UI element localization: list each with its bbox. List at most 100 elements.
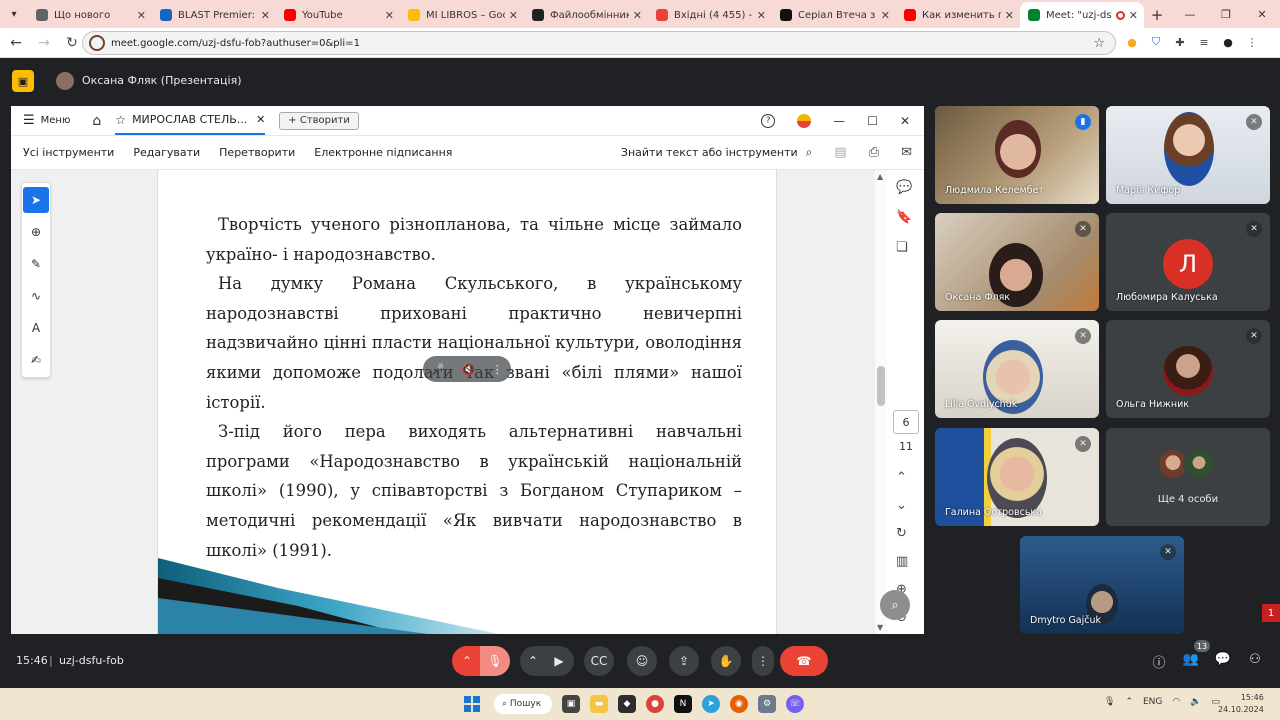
profile-avatar-icon[interactable]: ● [1220,34,1236,50]
comment-icon[interactable]: ⊕ [23,219,49,245]
task-view-icon[interactable]: ▣ [562,695,580,713]
find-tools-search[interactable]: Знайти текст або інструменти ⌕ [621,145,834,160]
bookmark-star-icon[interactable]: ☆ [1093,36,1105,51]
browser-tab[interactable]: MI LIBROS – Google✕ [400,2,524,28]
tool-esign[interactable]: Електронне підписання [314,146,452,159]
save-icon[interactable]: ▤ [834,145,846,160]
browser-tab[interactable]: Как изменить громк✕ [896,2,1020,28]
tab-close-icon[interactable]: ✕ [1129,9,1138,22]
language-indicator[interactable]: ENG [1143,697,1162,707]
windows-start-icon[interactable] [464,696,480,712]
account-avatar-icon[interactable] [797,113,812,128]
tab-close-icon[interactable]: ✕ [633,9,642,22]
captions-button[interactable]: CC [584,646,614,676]
print-icon[interactable]: ⎙ [869,145,879,160]
taskbar-clock[interactable]: 15:46 24.10.2024 [1218,692,1264,716]
video-options-button[interactable]: ⌃ [520,646,546,676]
previous-page-icon[interactable]: ⌃ [896,470,907,485]
more-options-icon[interactable]: ⋮ [492,363,503,376]
more-options-button[interactable]: ⋮ [752,646,774,676]
minimize-icon[interactable]: — [1172,8,1208,21]
tab-close-icon[interactable]: ✕ [509,9,518,22]
favorite-star-icon[interactable]: ☆ [115,113,126,127]
photo-editor-icon[interactable]: ◆ [618,695,636,713]
tool-edit[interactable]: Редагувати [133,146,200,159]
participant-tile[interactable]: ✕ Марія Кифор [1106,106,1270,204]
browser-tab[interactable]: Файлообмінник http✕ [524,2,648,28]
microphone-tray-icon[interactable]: 🎙 [1104,697,1115,707]
emoji-reaction-button[interactable]: ☺ [627,646,657,676]
media-controls-icon[interactable]: ≡ [1196,34,1212,50]
chrome-icon[interactable]: ● [646,695,664,713]
new-tab-button[interactable]: + [1144,2,1170,28]
address-bar[interactable]: meet.google.com/uzj-dsfu-fob?authuser=0&… [82,31,1116,55]
tray-chevron-icon[interactable]: ⌃ [1125,697,1133,707]
volume-icon[interactable]: 🔈 [1190,697,1201,707]
home-icon[interactable]: ⌂ [92,113,101,129]
more-participants-tile[interactable]: Ще 4 особи [1106,428,1270,526]
pages-icon[interactable]: ❏ [896,240,908,255]
participant-tile[interactable]: ✕ Dmytro Gajčuk [1020,536,1184,634]
wifi-icon[interactable]: ◠ [1172,697,1180,707]
browser-tab[interactable]: YouTube ✕ [276,2,400,28]
browser-tab[interactable]: Що нового ✕ [28,2,152,28]
bookmarks-icon[interactable]: 🔖 [896,210,912,225]
tab-close-icon[interactable]: ✕ [137,9,146,22]
sign-icon[interactable]: ✍ [23,347,49,373]
create-button[interactable]: + Створити [279,111,359,130]
help-icon[interactable]: ? [761,113,776,128]
microphone-button[interactable]: 🎙 [480,646,510,676]
chat-icon[interactable]: 💬 [1214,652,1232,671]
email-icon[interactable]: ✉ [901,145,912,160]
scroll-thumb[interactable] [877,366,885,406]
tab-close-icon[interactable]: ✕ [881,9,890,22]
back-arrow-icon[interactable]: ← [4,35,28,51]
telegram-icon[interactable]: ➤ [702,695,720,713]
taskbar-search[interactable]: ⌕ Пошук [494,694,552,714]
leave-call-button[interactable]: ☎ [780,646,828,676]
next-page-icon[interactable]: ⌄ [896,498,907,513]
raise-hand-button[interactable]: ✋ [711,646,741,676]
vertical-scrollbar[interactable]: ▲ ▼ [875,170,887,634]
pdf-minimize-icon[interactable]: — [833,114,845,128]
extensions-puzzle-icon[interactable]: ✚ [1172,34,1188,50]
tab-close-icon[interactable]: ✕ [261,9,270,22]
pdf-maximize-icon[interactable]: ☐ [867,114,878,128]
participant-tile[interactable]: ▮ Людмила Келембет [935,106,1099,204]
site-info-icon[interactable] [89,35,105,51]
close-doc-icon[interactable]: ✕ [256,113,265,126]
forward-arrow-icon[interactable]: → [32,35,56,51]
rotate-icon[interactable]: ↻ [896,526,907,541]
browser-tab[interactable]: Серіал Втеча з в'язн✕ [772,2,896,28]
scroll-up-icon[interactable]: ▲ [877,172,883,181]
pdf-document-tab[interactable]: ☆ МИРОСЛАВ СТЕЛЬ... ✕ [115,107,266,135]
participant-tile[interactable]: Л ✕ Любомира Калуська [1106,213,1270,311]
text-box-icon[interactable]: A [23,315,49,341]
highlight-pen-icon[interactable]: ✎ [23,251,49,277]
select-cursor-icon[interactable]: ➤ [23,187,49,213]
export-icon[interactable]: ▥ [896,554,908,569]
meeting-info-icon[interactable]: ⓘ [1150,652,1168,671]
tab-search-chevron-icon[interactable]: ▾ [0,0,28,28]
present-screen-button[interactable]: ⇪ [669,646,699,676]
activities-icon[interactable]: ⚇ [1246,652,1264,671]
pdf-menu-button[interactable]: ☰ Меню [23,113,70,128]
settings-gear-icon[interactable]: ⚙ [758,695,776,713]
notion-icon[interactable]: N [674,695,692,713]
firefox-icon[interactable]: ◉ [730,695,748,713]
tab-close-icon[interactable]: ✕ [385,9,394,22]
reload-icon[interactable]: ↻ [60,35,84,51]
freehand-draw-icon[interactable]: ∿ [23,283,49,309]
browser-tab-active[interactable]: Meet: "uzj-dsfu-f✕ [1020,2,1144,28]
tool-convert[interactable]: Перетворити [219,146,295,159]
participant-tile[interactable]: ✕ Галина Островська [935,428,1099,526]
current-page-field[interactable]: 6 [893,410,919,434]
participant-tile[interactable]: ✕ Lilia Ovdiychuk [935,320,1099,418]
comments-panel-icon[interactable]: 💬 [896,180,912,195]
tab-close-icon[interactable]: ✕ [1005,9,1014,22]
extension-coin-icon[interactable]: ● [1124,34,1140,50]
presentation-icon[interactable]: ▣ [12,70,34,92]
tab-close-icon[interactable]: ✕ [757,9,766,22]
close-window-icon[interactable]: ✕ [1244,8,1280,21]
browser-tab[interactable]: Вхідні (4 455) - dima✕ [648,2,772,28]
